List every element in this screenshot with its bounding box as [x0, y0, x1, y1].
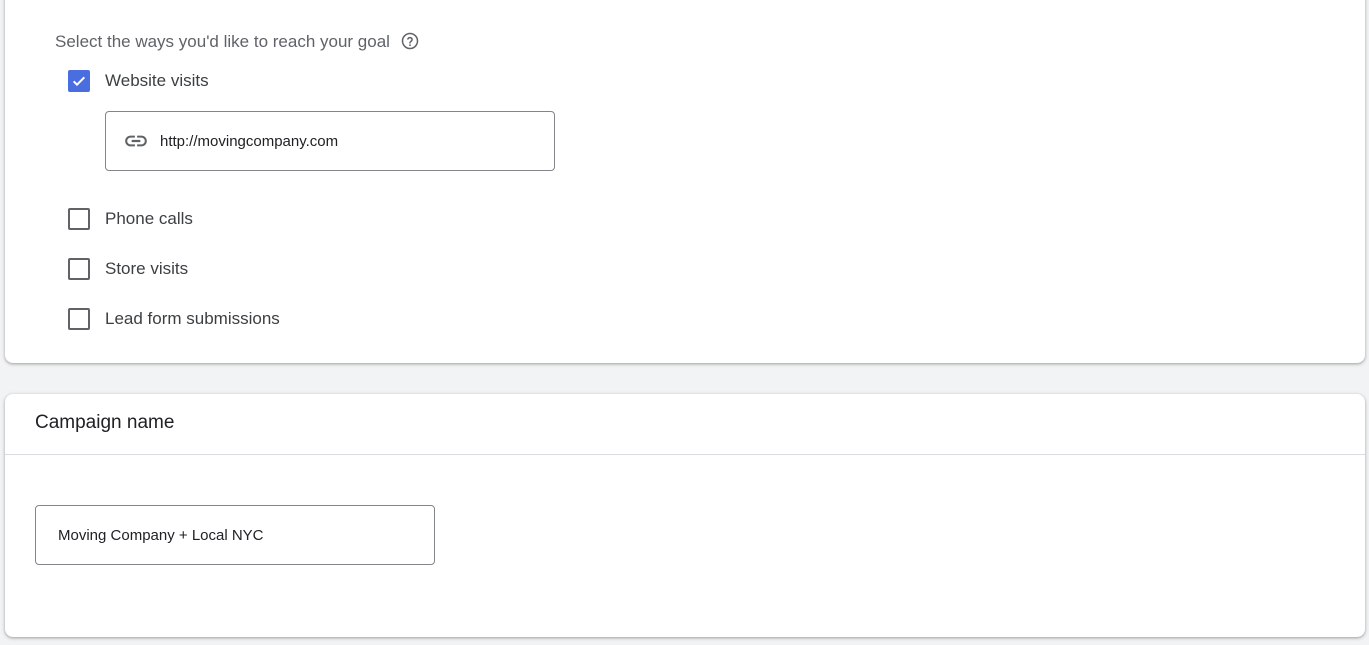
store-visits-checkbox[interactable] [68, 258, 90, 280]
link-icon [123, 128, 149, 154]
website-visits-checkbox[interactable] [68, 70, 90, 92]
goal-heading-text: Select the ways you'd like to reach your… [55, 32, 390, 51]
website-visits-label: Website visits [105, 71, 209, 90]
website-url-input[interactable] [158, 131, 542, 151]
option-phone-calls[interactable]: Phone calls [68, 208, 193, 230]
phone-calls-checkbox[interactable] [68, 208, 90, 230]
option-website-visits[interactable]: Website visits [68, 70, 209, 92]
goal-options-card: Select the ways you'd like to reach your… [5, 0, 1365, 363]
campaign-name-title: Campaign name [35, 412, 175, 433]
phone-calls-label: Phone calls [105, 209, 193, 228]
store-visits-label: Store visits [105, 259, 189, 278]
lead-form-submissions-label: Lead form submissions [105, 309, 280, 328]
lead-form-submissions-checkbox[interactable] [68, 308, 90, 330]
website-url-field[interactable] [105, 111, 555, 171]
campaign-name-card: Campaign name [5, 394, 1365, 637]
option-lead-form-submissions[interactable]: Lead form submissions [68, 308, 280, 330]
campaign-name-input[interactable] [56, 525, 420, 545]
goal-heading: Select the ways you'd like to reach your… [55, 32, 419, 52]
checkmark-icon [72, 76, 86, 87]
divider [5, 454, 1365, 455]
campaign-name-field[interactable] [35, 505, 435, 565]
help-circle-icon[interactable] [401, 32, 419, 50]
option-store-visits[interactable]: Store visits [68, 258, 188, 280]
